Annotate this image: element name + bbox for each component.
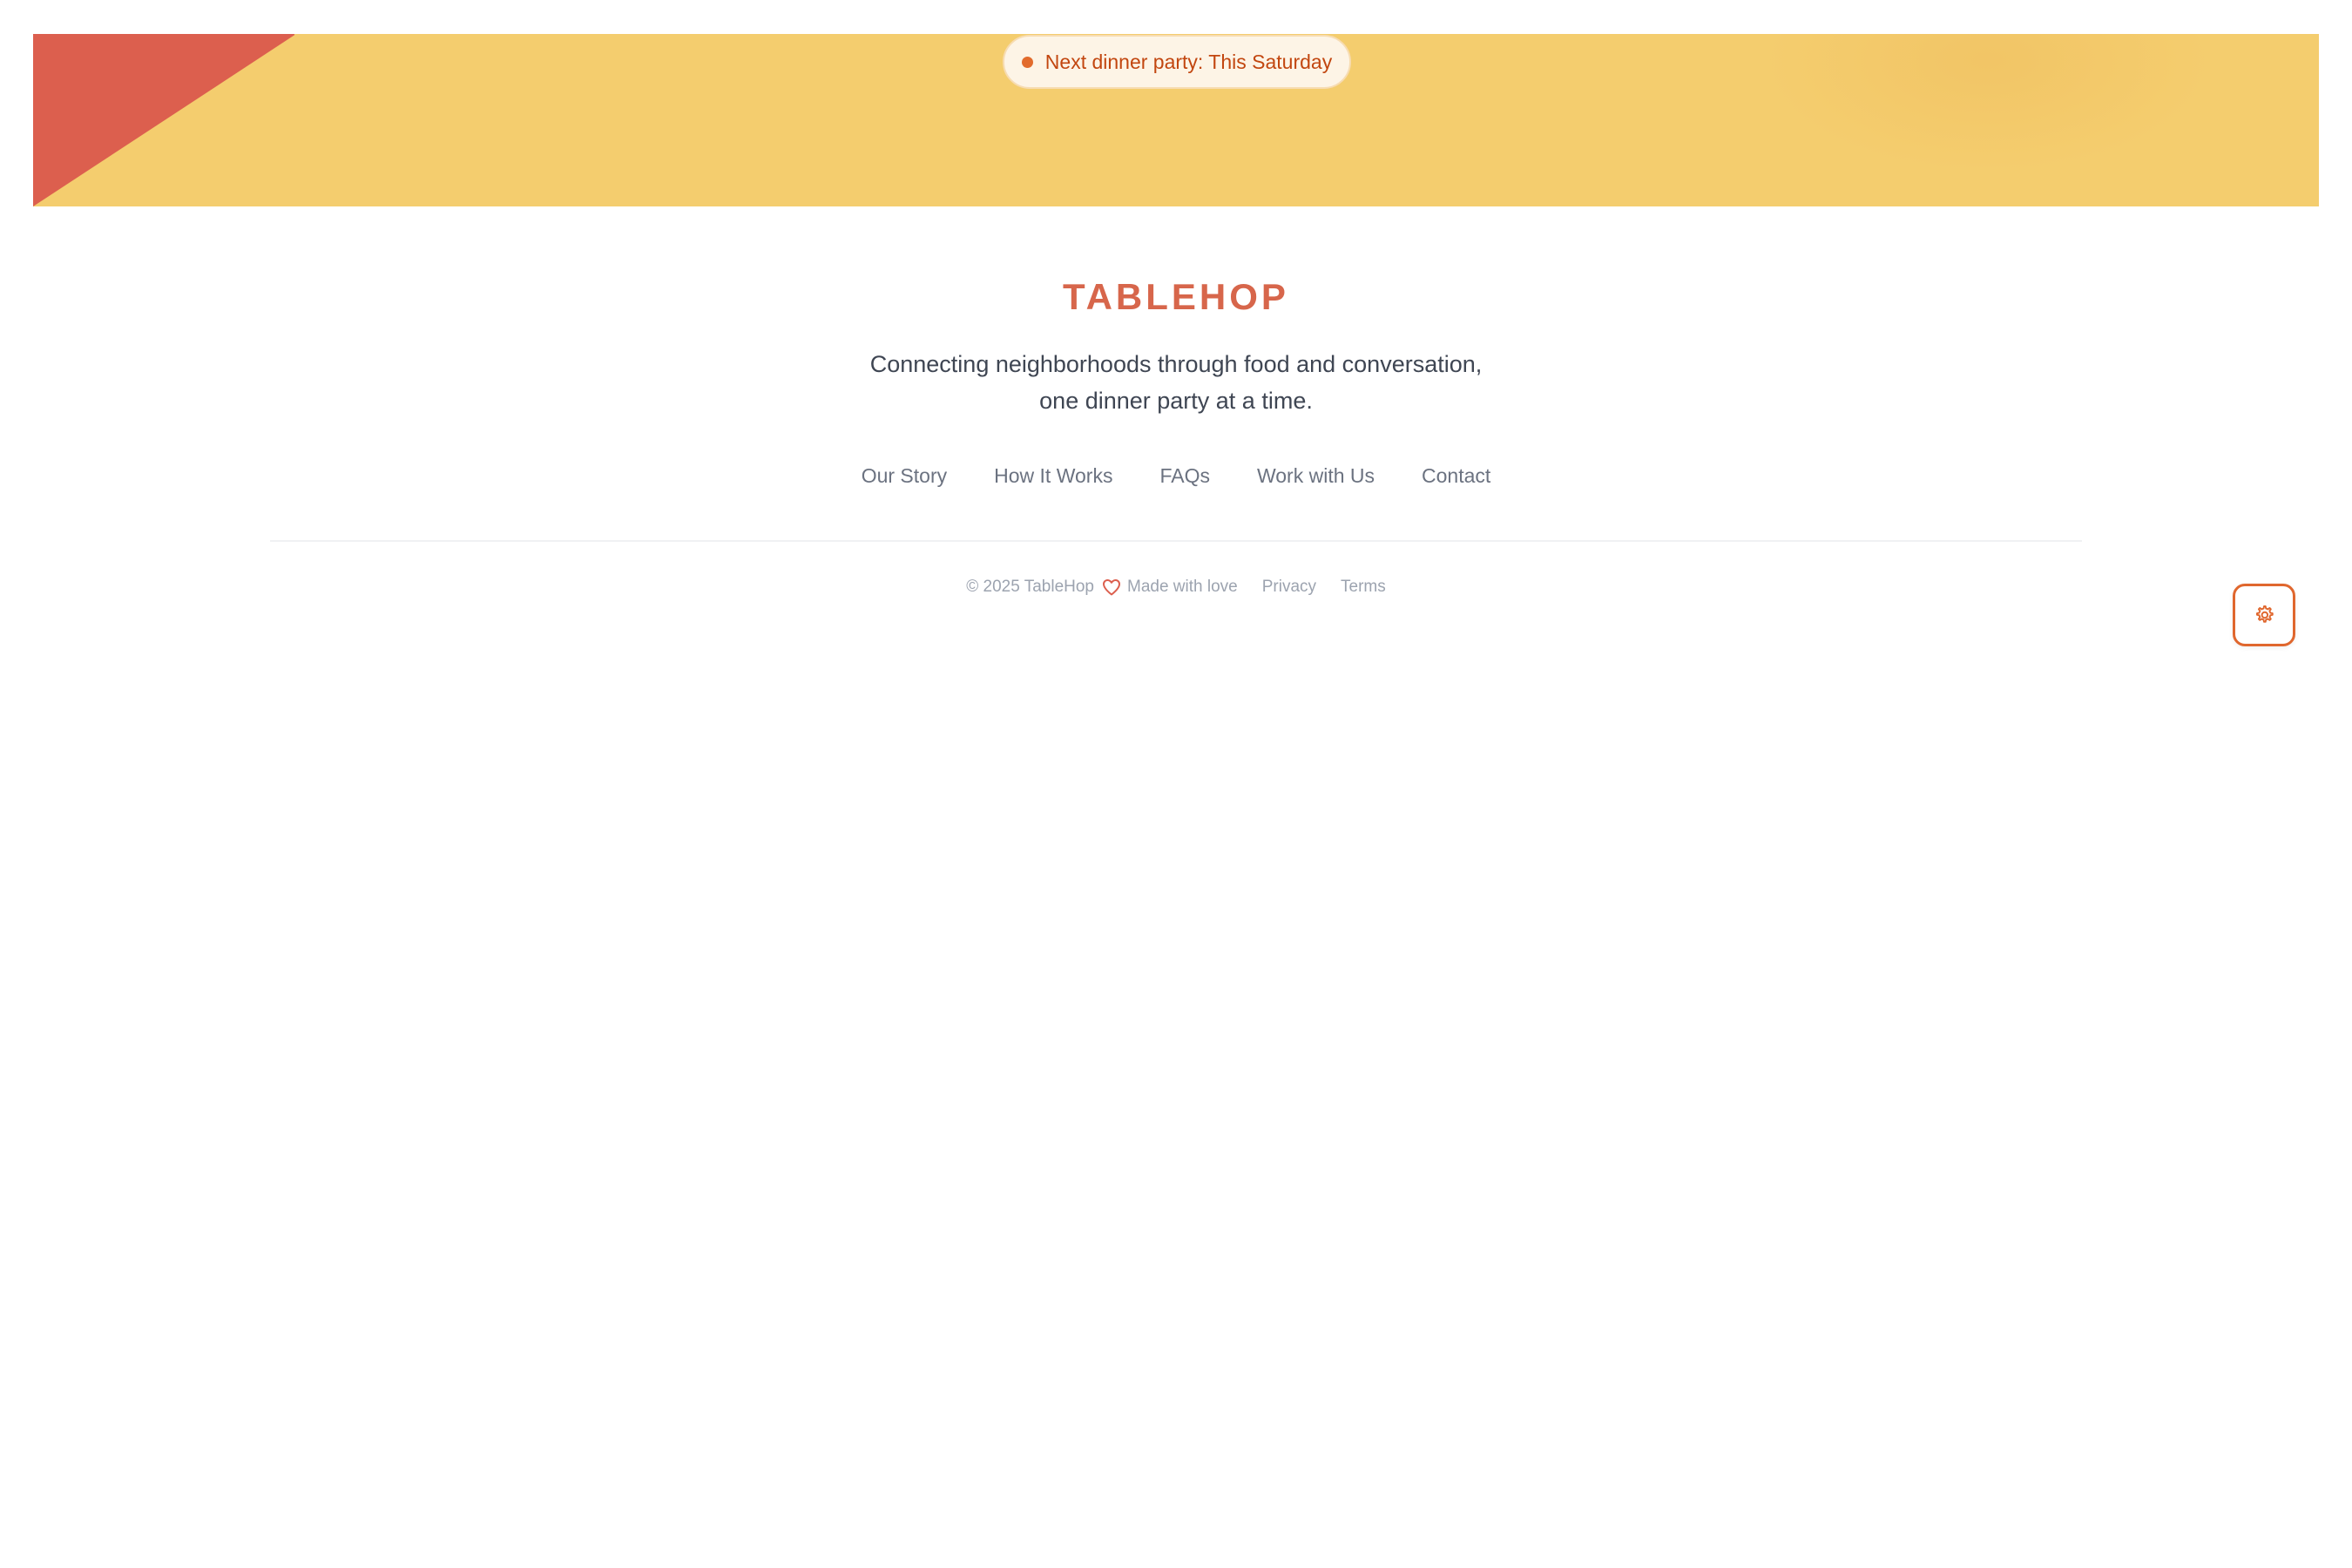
- privacy-link[interactable]: Privacy: [1262, 578, 1316, 597]
- footer-divider: [270, 540, 2082, 542]
- gear-icon: [2256, 605, 2274, 623]
- copyright-text: © 2025 TableHop: [966, 578, 1094, 596]
- footer-link-faqs[interactable]: FAQs: [1159, 464, 1210, 488]
- announcement-pill[interactable]: Next dinner party: This Saturday: [1003, 35, 1351, 89]
- terms-link[interactable]: Terms: [1341, 578, 1386, 597]
- brand-logo-text[interactable]: TABLEHOP: [0, 276, 2352, 318]
- made-with-love-text: Made with love: [1127, 578, 1238, 596]
- banner-glow-decoration: [1761, 34, 2214, 173]
- settings-button[interactable]: [2233, 584, 2295, 646]
- announcement-text: Next dinner party: This Saturday: [1044, 50, 1333, 73]
- status-dot-icon: [1021, 56, 1033, 68]
- site-footer: TABLEHOP Connecting neighborhoods throug…: [0, 206, 2352, 668]
- footer-tagline: Connecting neighborhoods through food an…: [869, 351, 1483, 414]
- heart-icon: [1101, 577, 1122, 598]
- footer-nav: Our Story How It Works FAQs Work with Us…: [0, 464, 2352, 488]
- footer-link-contact[interactable]: Contact: [1422, 464, 1490, 488]
- footer-link-how-it-works[interactable]: How It Works: [994, 464, 1112, 488]
- footer-legal-row: © 2025 TableHop Made with love Privacy T…: [0, 577, 2352, 598]
- footer-link-our-story[interactable]: Our Story: [862, 464, 947, 488]
- footer-link-work-with-us[interactable]: Work with Us: [1257, 464, 1375, 488]
- corner-triangle-decoration: [33, 34, 294, 206]
